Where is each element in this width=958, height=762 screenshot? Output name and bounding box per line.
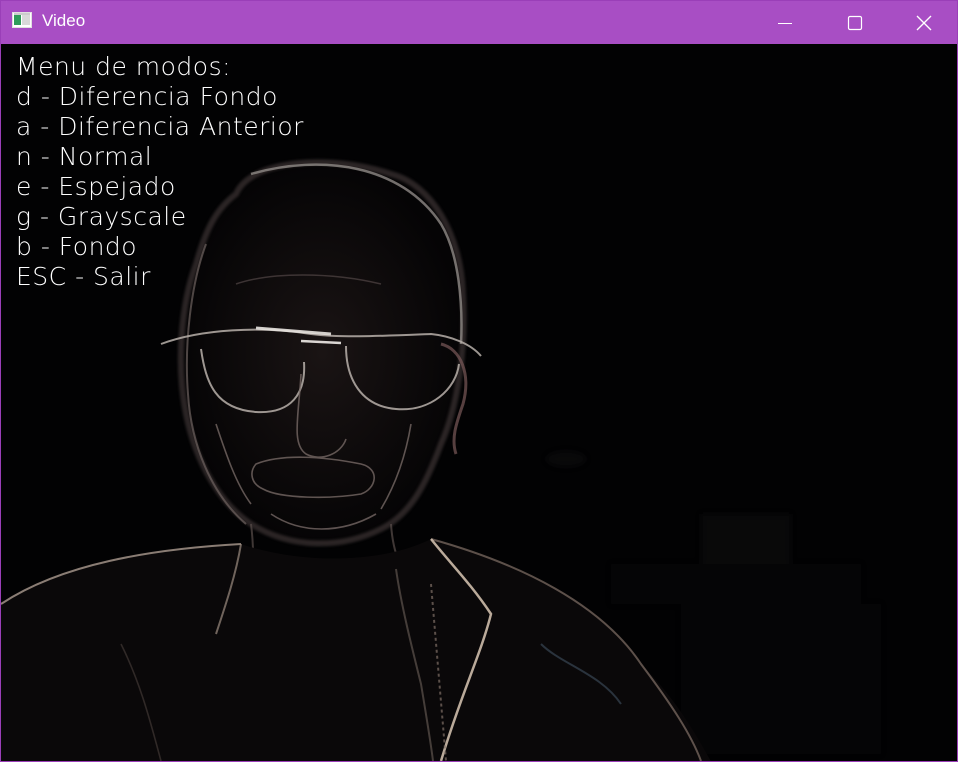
minimize-icon — [778, 22, 792, 24]
window-title: Video — [42, 11, 86, 30]
maximize-icon — [847, 15, 863, 30]
menu-item-diferencia-fondo: d - Diferencia Fondo — [16, 82, 278, 111]
app-window-icon — [12, 12, 32, 28]
video-window: Video Menu de modos: d - Diferencia Fond… — [0, 0, 958, 762]
menu-item-fondo: b - Fondo — [16, 232, 138, 261]
menu-item-grayscale: g - Grayscale — [16, 202, 187, 231]
menu-heading: Menu de modos: — [16, 52, 232, 81]
maximize-button[interactable] — [820, 1, 890, 44]
menu-item-espejado: e - Espejado — [16, 172, 176, 201]
menu-item-diferencia-anterior: a - Diferencia Anterior — [16, 112, 304, 141]
close-icon — [916, 15, 931, 30]
menu-item-salir: ESC - Salir — [16, 262, 151, 291]
close-button[interactable] — [890, 1, 957, 44]
title-bar[interactable]: Video — [1, 1, 957, 44]
video-frame: Menu de modos: d - Diferencia Fondo a - … — [1, 44, 957, 761]
minimize-button[interactable] — [750, 1, 820, 44]
mode-menu-overlay: Menu de modos: d - Diferencia Fondo a - … — [16, 52, 304, 292]
menu-item-normal: n - Normal — [16, 142, 153, 171]
